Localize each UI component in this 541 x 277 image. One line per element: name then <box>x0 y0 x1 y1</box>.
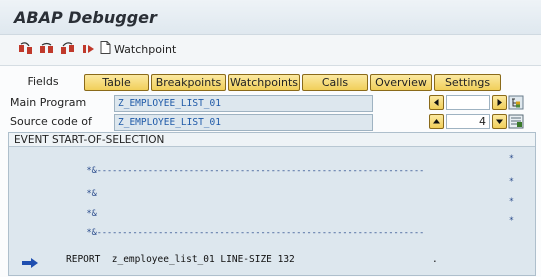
step-over-icon[interactable] <box>39 42 55 56</box>
source-line-text: *&--------------------------------------… <box>86 166 425 176</box>
tab-calls[interactable]: Calls <box>302 74 368 91</box>
tab-fields[interactable]: Fields <box>12 74 74 91</box>
source-code-row: Source code of Z_EMPLOYEE_LIST_01 4 <box>0 114 541 131</box>
arrow-up-icon <box>433 119 440 124</box>
main-program-label: Main Program <box>10 96 87 109</box>
source-code-panel[interactable]: EVENT START-OF-SELECTION *&-------------… <box>8 132 536 276</box>
source-code-field[interactable]: Z_EMPLOYEE_LIST_01 <box>114 114 373 131</box>
arrow-down-icon <box>496 119 503 124</box>
source-line-end: * <box>508 154 514 164</box>
current-line-arrow-icon <box>21 254 39 268</box>
tab-bar: Fields Table Breakpoints Watchpoints Cal… <box>0 74 541 92</box>
main-program-line-field[interactable] <box>446 95 490 110</box>
tab-settings[interactable]: Settings <box>434 74 501 91</box>
title-bar: ABAP Debugger <box>0 0 541 35</box>
source-line-end: * <box>508 177 514 187</box>
source-line: *& * <box>66 176 516 199</box>
source-line: *&--------------------------------------… <box>66 153 516 176</box>
document-icon <box>100 41 111 57</box>
tab-breakpoints[interactable]: Breakpoints <box>151 74 226 91</box>
tab-table[interactable]: Table <box>84 74 149 91</box>
tab-watchpoints[interactable]: Watchpoints <box>228 74 300 91</box>
arrow-left-icon <box>434 99 439 106</box>
source-line: *&--------------------------------------… <box>66 215 516 238</box>
main-program-row: Main Program Z_EMPLOYEE_LIST_01 <box>0 95 541 112</box>
structure-icon[interactable] <box>508 95 524 110</box>
continue-icon[interactable] <box>81 42 97 56</box>
tab-overview[interactable]: Overview <box>370 74 432 91</box>
previous-button[interactable] <box>429 95 444 110</box>
step-into-icon[interactable] <box>18 42 34 56</box>
event-header: EVENT START-OF-SELECTION <box>9 133 535 147</box>
source-line-text: *&--------------------------------------… <box>86 228 425 238</box>
display-source-icon[interactable] <box>508 114 524 129</box>
window-title: ABAP Debugger <box>14 8 157 27</box>
next-button[interactable] <box>492 95 507 110</box>
arrow-right-icon <box>497 99 502 106</box>
current-source-line: REPORT z_employee_list_01 LINE-SIZE 132 <box>66 254 295 265</box>
return-icon[interactable] <box>60 42 76 56</box>
scroll-up-button[interactable] <box>429 114 444 129</box>
current-source-line-tail: . <box>432 254 438 265</box>
source-line: *& * <box>66 196 516 219</box>
watchpoint-button[interactable]: Watchpoint <box>100 41 176 57</box>
source-line-end: * <box>508 197 514 207</box>
source-line-end: * <box>508 216 514 226</box>
toolbar: Watchpoint <box>0 35 541 66</box>
source-code-label: Source code of <box>10 115 92 128</box>
watchpoint-label: Watchpoint <box>114 42 177 56</box>
main-program-field[interactable]: Z_EMPLOYEE_LIST_01 <box>114 95 373 112</box>
scroll-down-button[interactable] <box>492 114 507 129</box>
source-line-field[interactable]: 4 <box>446 114 490 129</box>
